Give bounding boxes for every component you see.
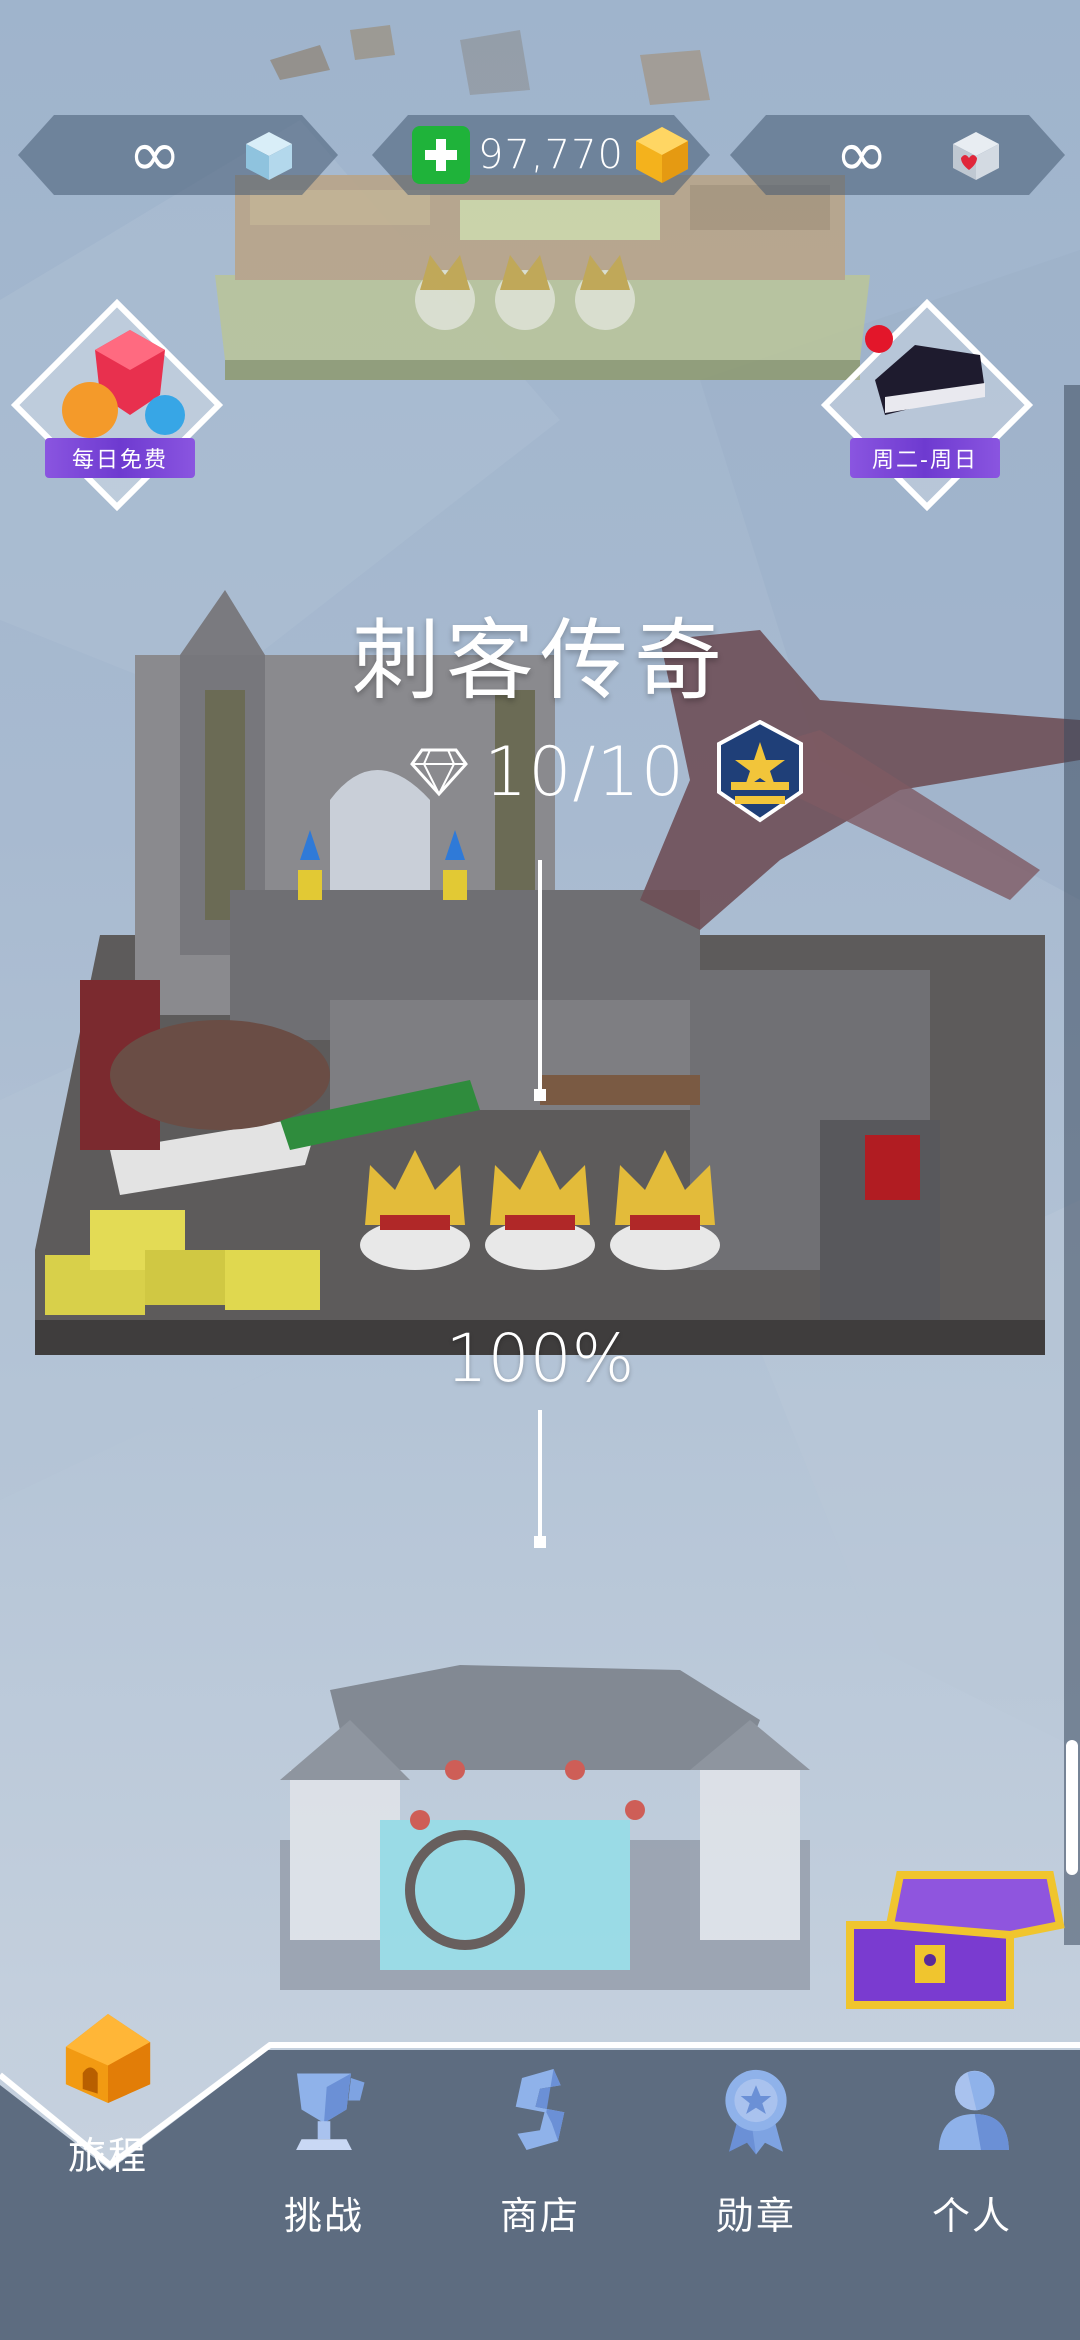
coins-resource-bar[interactable]: 97,770 <box>372 115 710 195</box>
person-icon <box>938 2070 1009 2150</box>
nav-tab-medals[interactable]: 勋章 <box>648 2060 864 2240</box>
shop-s-icon <box>515 2069 565 2150</box>
scrollbar-thumb[interactable] <box>1066 1740 1078 1875</box>
trophy-icon <box>296 2073 365 2150</box>
heart-cube-icon <box>949 128 1003 182</box>
hearts-resource-bar[interactable]: ∞ <box>730 115 1065 195</box>
weekly-event-notification-dot <box>865 325 893 353</box>
nav-tab-profile[interactable]: 个人 <box>864 2060 1080 2240</box>
nav-label-challenge: 挑战 <box>283 2194 364 2238</box>
blue-cube-icon <box>242 128 296 182</box>
hearts-count: ∞ <box>835 118 890 192</box>
rank-badge-icon <box>716 720 803 823</box>
nav-tab-shop[interactable]: 商店 <box>432 2060 648 2240</box>
house-icon <box>65 2014 151 2103</box>
weekly-event-label: 周二-周日 <box>850 438 1000 478</box>
upper-island <box>215 25 870 380</box>
nav-tab-journey[interactable]: 旅程 <box>0 2000 216 2180</box>
plus-icon <box>422 136 460 174</box>
nav-tab-challenge[interactable]: 挑战 <box>216 2060 432 2240</box>
nav-label-medals: 勋章 <box>715 2194 796 2238</box>
add-coins-button[interactable] <box>412 126 470 184</box>
nav-label-shop: 商店 <box>499 2194 580 2238</box>
weekly-event[interactable]: 周二-周日 <box>820 298 1034 512</box>
level-gem-progress: 10/10 <box>410 720 805 824</box>
gem-count-text: 10/10 <box>484 732 685 812</box>
nav-label-profile: 个人 <box>931 2194 1012 2238</box>
daily-free-label: 每日免费 <box>45 438 195 478</box>
gems-count: ∞ <box>128 118 183 192</box>
coins-count: 97,770 <box>478 132 624 178</box>
village-island <box>280 1665 810 1990</box>
piano-icon <box>875 345 985 415</box>
treasure-chest-icon[interactable] <box>840 1865 1070 2015</box>
level-completion-percent: 100% <box>445 1320 635 1397</box>
daily-free-event[interactable]: 每日免费 <box>10 298 224 512</box>
gems-resource-bar[interactable]: ∞ <box>18 115 338 195</box>
gold-coin-icon <box>630 123 694 187</box>
medal-icon <box>725 2069 787 2155</box>
nav-label-journey: 旅程 <box>67 2134 148 2178</box>
diamond-outline-icon <box>410 748 468 797</box>
level-title[interactable]: 刺客传奇 <box>0 590 1080 717</box>
